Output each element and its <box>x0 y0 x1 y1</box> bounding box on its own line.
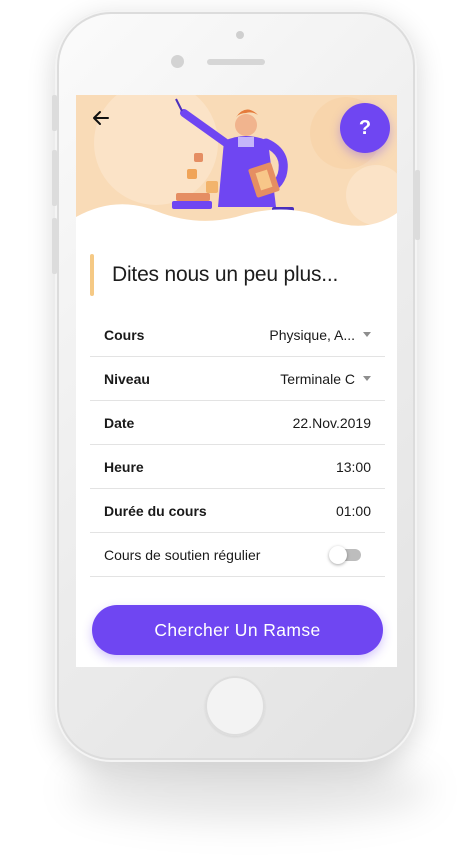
niveau-row[interactable]: Niveau Terminale C <box>90 357 385 401</box>
cours-label: Cours <box>104 326 145 343</box>
niveau-select[interactable]: Terminale C <box>280 371 371 387</box>
front-camera <box>171 55 184 68</box>
lesson-form: Cours Physique, A... Niveau Terminale C … <box>90 313 385 577</box>
phone-shadow <box>70 760 430 820</box>
cours-select[interactable]: Physique, A... <box>269 327 371 343</box>
soutien-toggle[interactable] <box>329 545 361 564</box>
toggle-knob <box>329 545 347 564</box>
section-header: Dites nous un peu plus... <box>90 254 338 296</box>
duree-label: Durée du cours <box>104 502 207 519</box>
back-button[interactable] <box>90 107 112 129</box>
sensor-dot <box>236 31 244 39</box>
duree-value[interactable]: 01:00 <box>336 503 371 519</box>
help-label: ? <box>358 116 372 139</box>
help-button[interactable]: ? <box>340 103 390 153</box>
mute-switch <box>52 95 57 131</box>
arrow-left-icon <box>93 111 109 125</box>
duree-row[interactable]: Durée du cours 01:00 <box>90 489 385 533</box>
heure-row[interactable]: Heure 13:00 <box>90 445 385 489</box>
date-value[interactable]: 22.Nov.2019 <box>293 415 371 431</box>
earpiece-speaker <box>207 59 265 65</box>
heure-value[interactable]: 13:00 <box>336 459 371 475</box>
soutien-label: Cours de soutien régulier <box>104 546 261 563</box>
caret-down-icon <box>363 332 371 337</box>
niveau-value: Terminale C <box>280 370 355 387</box>
soutien-row: Cours de soutien régulier <box>90 533 385 577</box>
search-button-label: Chercher Un Ramse <box>154 619 321 640</box>
power-button <box>415 170 420 240</box>
app-screen: ? Dites nous un peu plus... Cours Physiq… <box>76 95 397 667</box>
cours-value: Physique, A... <box>269 326 355 343</box>
date-row[interactable]: Date 22.Nov.2019 <box>90 401 385 445</box>
date-label: Date <box>104 414 135 431</box>
volume-down-button <box>52 218 57 274</box>
cours-row[interactable]: Cours Physique, A... <box>90 313 385 357</box>
heure-label: Heure <box>104 458 144 475</box>
niveau-label: Niveau <box>104 370 150 387</box>
section-title: Dites nous un peu plus... <box>112 263 339 286</box>
caret-down-icon <box>363 376 371 381</box>
volume-up-button <box>52 150 57 206</box>
search-button[interactable]: Chercher Un Ramse <box>92 605 383 655</box>
home-button[interactable] <box>205 676 265 736</box>
title-accent-bar <box>90 254 94 296</box>
